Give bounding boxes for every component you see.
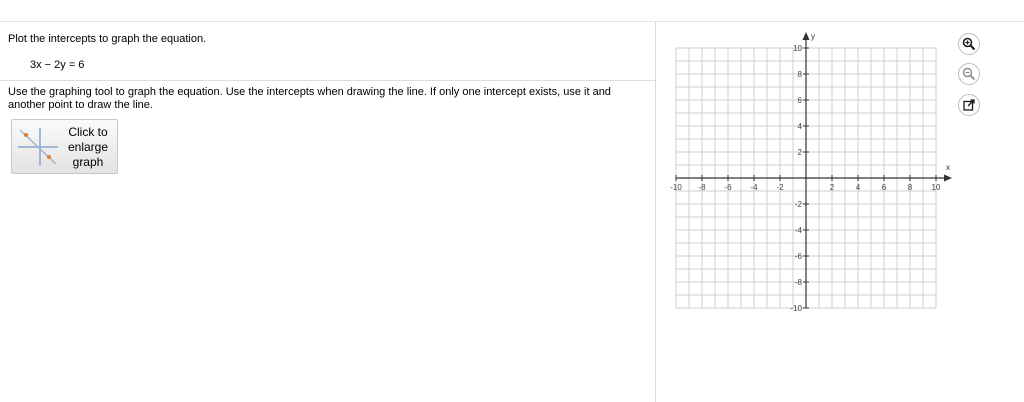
y-axis-label: y	[811, 32, 815, 41]
graph-area[interactable]: x y -10 -8 -6 -4 -2 2 4 6 8 10 10 8 6 4 2 -2 -4 -6 -8 -10	[665, 22, 955, 322]
y-tick-label: -4	[795, 226, 803, 235]
graph-thumbnail-icon	[18, 128, 58, 166]
x-tick-label: -6	[724, 183, 732, 192]
y-tick-label: 2	[798, 148, 803, 157]
x-tick-label: -2	[776, 183, 784, 192]
open-external-button[interactable]	[958, 94, 980, 116]
x-tick-label: 8	[908, 183, 913, 192]
question-panel: Plot the intercepts to graph the equatio…	[0, 22, 655, 402]
instructions: Use the graphing tool to graph the equat…	[8, 86, 611, 111]
equation: 3x − 2y = 6	[30, 59, 85, 71]
enlarge-label-line1: Click to	[68, 125, 108, 139]
x-tick-label: -8	[698, 183, 706, 192]
x-axis-arrow	[944, 174, 952, 182]
panel-divider	[655, 22, 656, 402]
enlarge-label: Click to enlarge graph	[60, 125, 116, 170]
x-tick-label: 4	[856, 183, 861, 192]
separator	[0, 80, 655, 81]
y-tick-label: 10	[793, 44, 802, 53]
y-tick-label: -6	[795, 252, 803, 261]
y-tick-label: 4	[798, 122, 803, 131]
question-title: Plot the intercepts to graph the equatio…	[8, 33, 207, 45]
zoom-out-button[interactable]	[958, 63, 980, 85]
open-external-icon	[963, 99, 975, 111]
y-tick-label: 6	[798, 96, 803, 105]
y-axis-arrow	[802, 32, 810, 40]
x-axis-label: x	[946, 163, 950, 172]
x-tick-label: -4	[750, 183, 758, 192]
y-tick-label: -10	[790, 304, 802, 313]
x-tick-label: -10	[670, 183, 682, 192]
y-tick-label: -2	[795, 200, 803, 209]
x-tick-label: 10	[932, 183, 941, 192]
zoom-in-icon	[962, 37, 976, 51]
y-tick-label: 8	[798, 70, 803, 79]
y-tick-label: -8	[795, 278, 803, 287]
enlarge-label-line2: enlarge	[67, 140, 109, 154]
enlarge-label-line3: graph	[72, 155, 104, 169]
x-tick-label: 6	[882, 183, 887, 192]
x-tick-label: 2	[830, 183, 835, 192]
enlarge-graph-button[interactable]: Click to enlarge graph	[11, 119, 118, 174]
zoom-in-button[interactable]	[958, 33, 980, 55]
zoom-out-icon	[962, 67, 976, 81]
